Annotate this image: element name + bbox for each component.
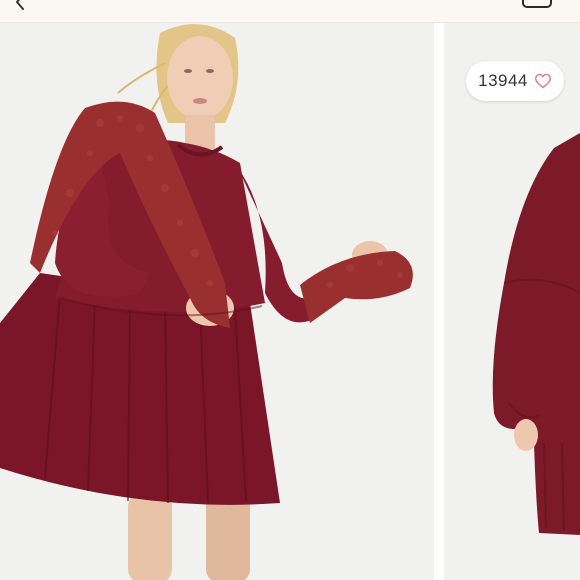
product-photo-1: [0, 23, 434, 580]
product-image-1[interactable]: [0, 23, 434, 580]
product-image-2[interactable]: [444, 23, 580, 580]
like-button[interactable]: 13944: [466, 61, 564, 101]
heart-outline-icon: [534, 73, 552, 89]
like-count: 13944: [478, 71, 528, 90]
top-bar: [0, 0, 580, 23]
product-image-carousel[interactable]: 13944: [0, 23, 580, 580]
more-options-button[interactable]: [522, 0, 552, 8]
listing-screen: 13944: [0, 0, 580, 580]
product-photo-2: [444, 23, 580, 580]
back-button[interactable]: [10, 0, 30, 14]
chevron-left-icon: [14, 0, 26, 15]
